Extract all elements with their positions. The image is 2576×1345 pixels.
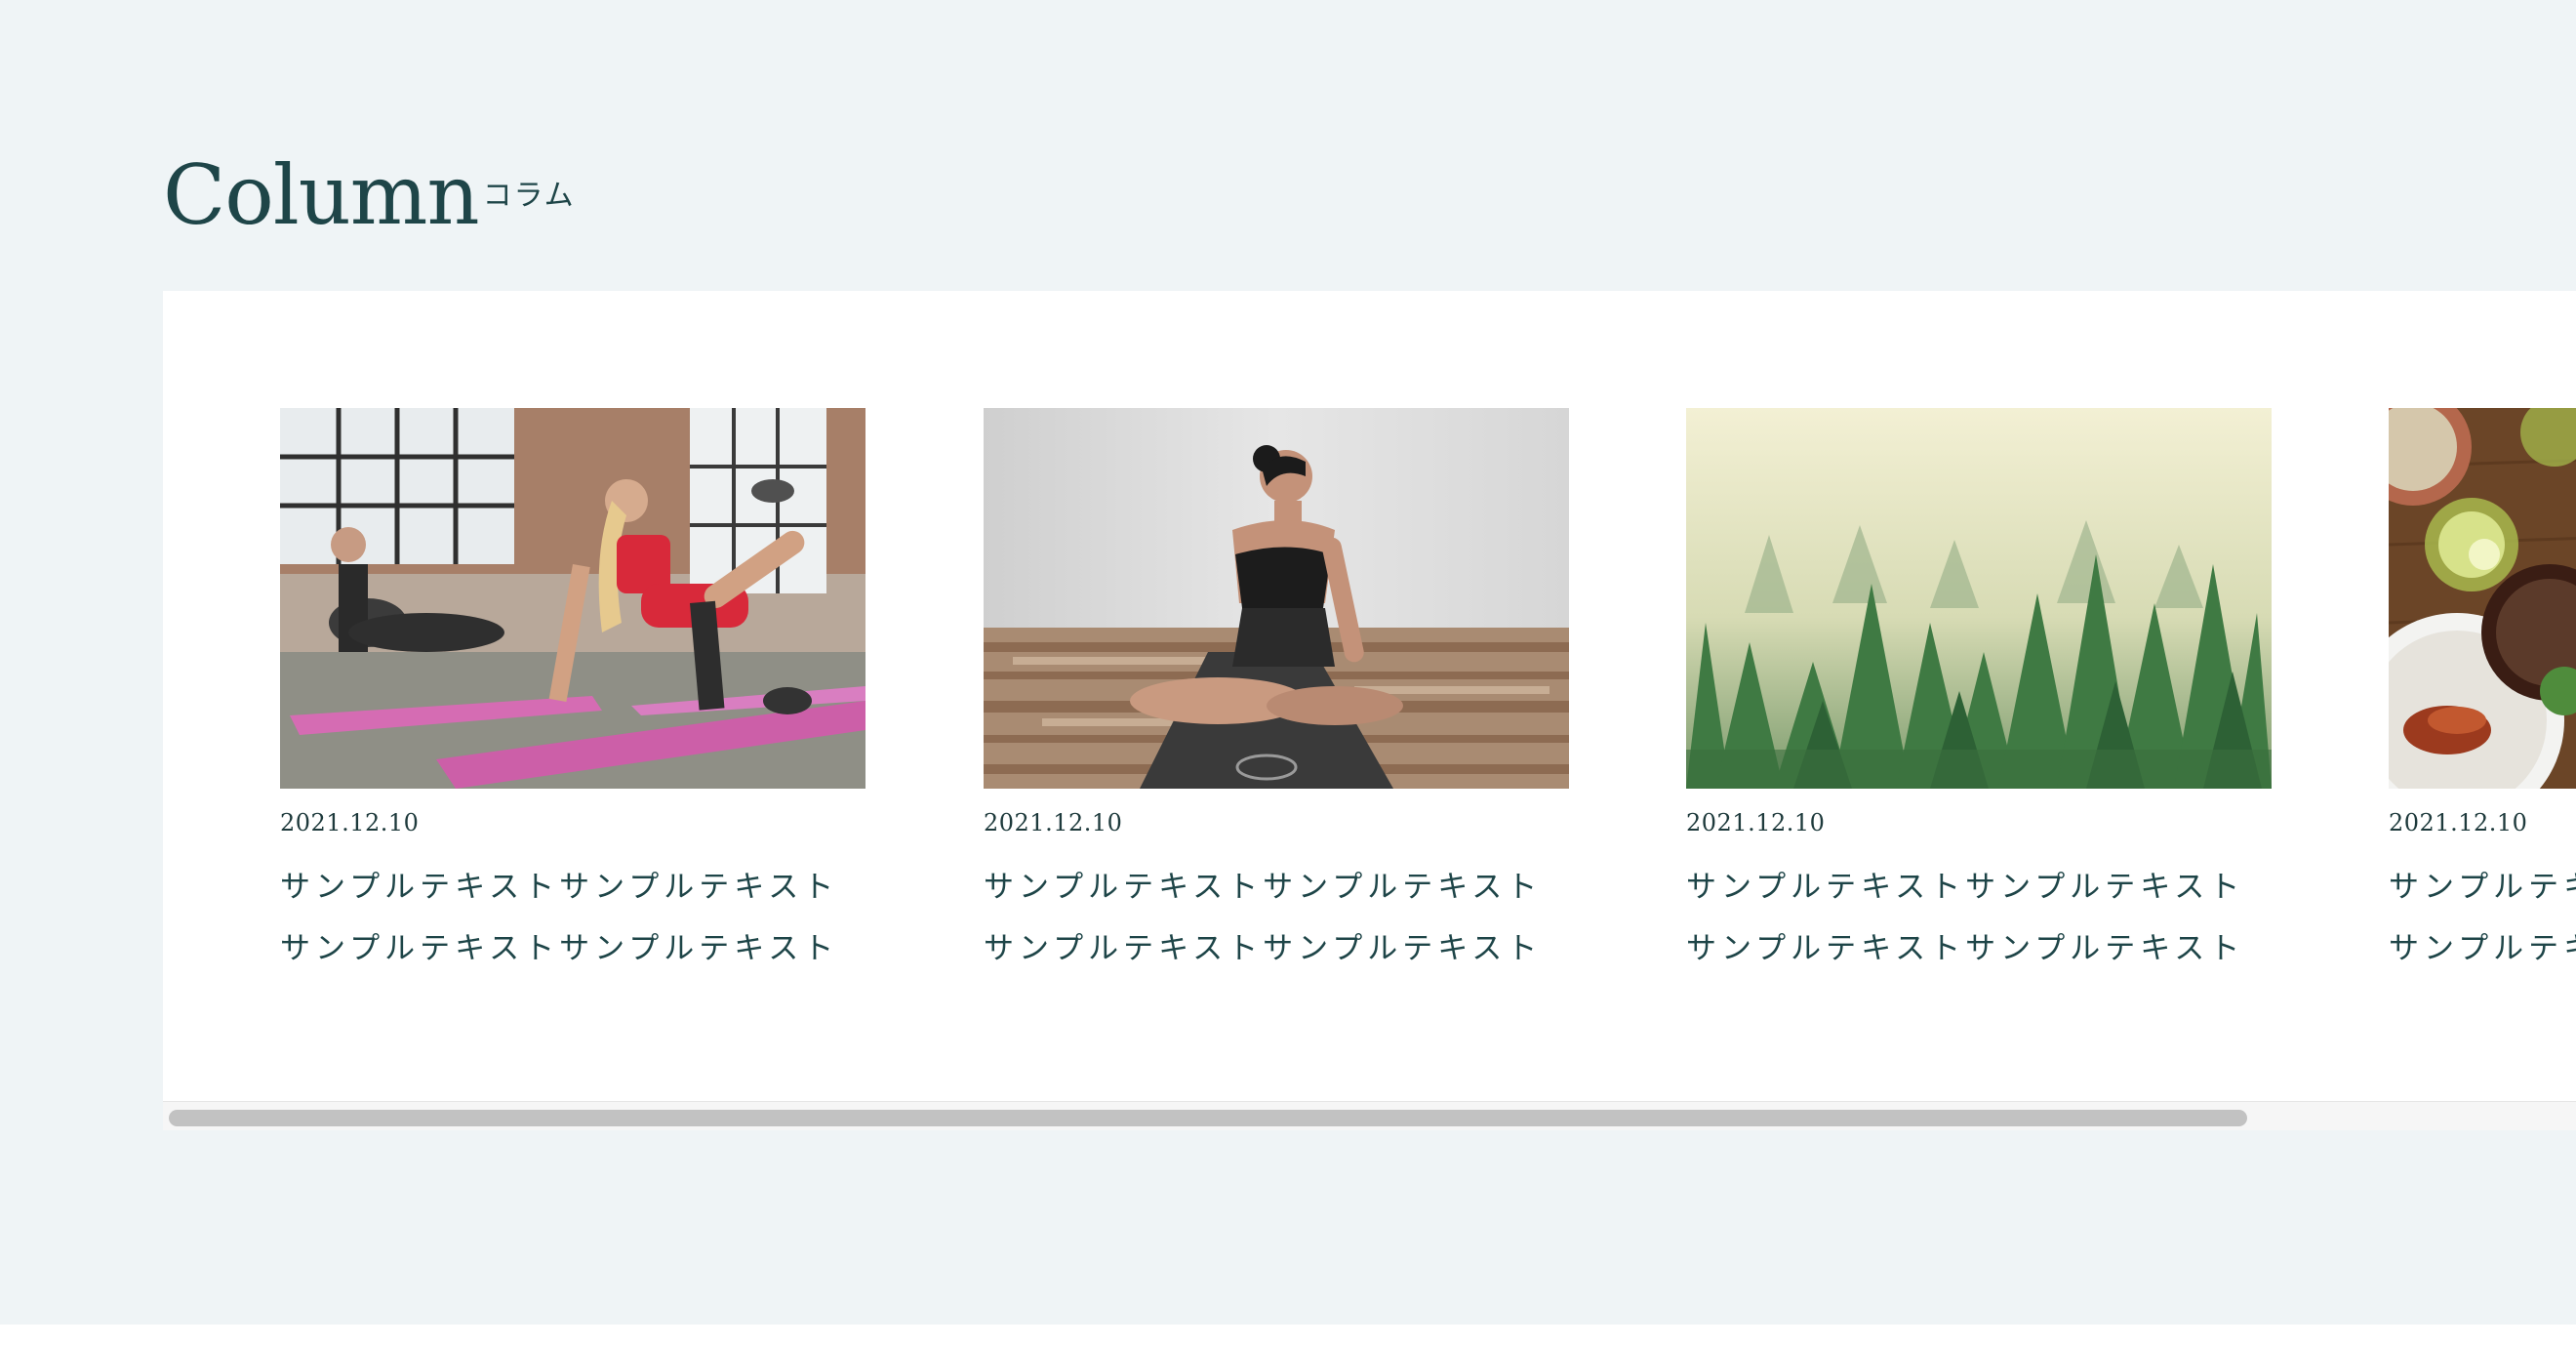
- misty-forest-photo: [1686, 408, 2272, 789]
- column-date: 2021.12.10: [1686, 809, 1826, 836]
- column-title[interactable]: サンプルテキストサンプルテキストサンプルテキストサンプルテキスト: [280, 857, 856, 980]
- column-thumbnail[interactable]: [1686, 408, 2272, 789]
- heading-title-en: Column: [163, 147, 480, 243]
- column-date: 2021.12.10: [2389, 809, 2528, 836]
- column-thumbnail[interactable]: [2389, 408, 2576, 789]
- column-section: Column コラム 2021.12.10 サンプルテキストサンプルテキストサン…: [0, 0, 2576, 1325]
- column-carousel[interactable]: 2021.12.10 サンプルテキストサンプルテキストサンプルテキストサンプルテ…: [163, 291, 2576, 1101]
- column-card[interactable]: 2021.12.10 サンプルテキストサンプルテキストサンプルテキストサンプルテ…: [984, 408, 1569, 980]
- column-date: 2021.12.10: [984, 809, 1123, 836]
- food-and-drinks-table-photo: [2389, 408, 2576, 789]
- column-card[interactable]: 2021.12.10 サンプルテキストサンプルテキストサンプルテキストサンプルテ…: [280, 408, 865, 980]
- column-card[interactable]: 2021.12.10 サンプルテキストサンプルテキストサンプルテキストサンプルテ…: [1686, 408, 2272, 980]
- column-thumbnail[interactable]: [280, 408, 865, 789]
- column-title[interactable]: サンプルテキストサンプルテキストサンプルテキストサンプルテキスト: [984, 857, 1559, 980]
- column-card[interactable]: 2021.12.10 サンプルテキストサンプルテキストサンプルテキストサンプルテ…: [2389, 408, 2576, 980]
- column-date: 2021.12.10: [280, 809, 420, 836]
- woman-yoga-seated-twist-photo: [984, 408, 1569, 789]
- scrollbar-thumb[interactable]: [169, 1110, 2247, 1126]
- section-heading: Column コラム: [163, 146, 576, 244]
- column-title[interactable]: サンプルテキストサンプルテキストサンプルテキストサンプルテキスト: [2389, 857, 2576, 980]
- horizontal-scrollbar[interactable]: [163, 1101, 2576, 1130]
- column-title[interactable]: サンプルテキストサンプルテキストサンプルテキストサンプルテキスト: [1686, 857, 2262, 980]
- women-workout-on-mats-photo: [280, 408, 865, 789]
- heading-title-ja: コラム: [482, 179, 576, 213]
- column-thumbnail[interactable]: [984, 408, 1569, 789]
